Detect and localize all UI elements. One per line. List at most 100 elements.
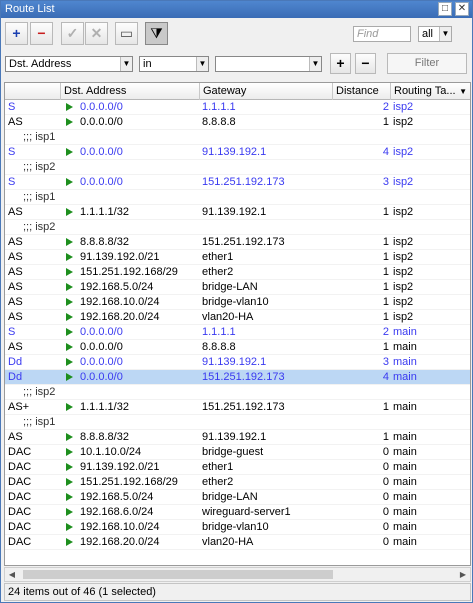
comment-row[interactable]: ;;; isp1 — [5, 190, 470, 205]
remove-filter-button[interactable]: − — [355, 53, 376, 74]
title-bar[interactable]: Route List □ ✕ — [1, 1, 472, 18]
cell-routing-table-text: isp2 — [393, 116, 414, 128]
comment-row[interactable]: ;;; isp2 — [5, 220, 470, 235]
route-arrow-icon — [66, 118, 73, 126]
horizontal-scrollbar[interactable]: ◀ ▶ — [4, 567, 471, 582]
table-row[interactable]: DAC 91.139.192.0/21 ether1 0 main — [5, 460, 470, 475]
cell-distance-text: 1 — [382, 281, 389, 293]
cell-routing-table-text: isp2 — [393, 236, 414, 248]
scrollbar-thumb[interactable] — [23, 570, 333, 579]
table-row[interactable]: DAC 192.168.5.0/24 bridge-LAN 0 main — [5, 490, 470, 505]
find-input[interactable]: Find — [353, 26, 411, 42]
comment-button[interactable]: ▭ — [115, 22, 138, 45]
chevron-down-icon[interactable]: ▼ — [439, 27, 451, 41]
route-arrow-icon — [66, 208, 73, 216]
add-button[interactable]: + — [5, 22, 28, 45]
column-header-flags[interactable] — [5, 83, 61, 100]
table-row[interactable]: S 0.0.0.0/0 1.1.1.1 2 main — [5, 325, 470, 340]
cell-dst-address-text: 192.168.5.0/24 — [80, 491, 154, 503]
table-row[interactable]: AS 8.8.8.8/32 151.251.192.173 1 isp2 — [5, 235, 470, 250]
chevron-down-icon[interactable]: ▼ — [309, 57, 321, 71]
route-arrow-icon — [66, 538, 73, 546]
table-row[interactable]: AS 192.168.20.0/24 vlan20-HA 1 isp2 — [5, 310, 470, 325]
table-row[interactable]: S 0.0.0.0/0 91.139.192.1 4 isp2 — [5, 145, 470, 160]
chevron-down-icon[interactable]: ▼ — [120, 57, 132, 71]
table-row[interactable]: Dd 0.0.0.0/0 151.251.192.173 4 main — [5, 370, 470, 385]
cell-dst-address-text: 0.0.0.0/0 — [80, 341, 123, 353]
cell-flags: DAC — [8, 520, 60, 535]
filter-toggle-button[interactable]: ⧩ — [145, 22, 168, 45]
cell-gateway-text: 91.139.192.1 — [202, 356, 267, 368]
cell-dst-address: 0.0.0.0/0 — [64, 115, 200, 130]
restore-icon[interactable]: □ — [438, 2, 452, 16]
window-title: Route List — [5, 3, 55, 15]
cell-flags: DAC — [8, 445, 60, 460]
disable-button[interactable]: ✕ — [85, 22, 108, 45]
filter-row: Dst. Address ▼ in ▼ ▼ + − Filter — [1, 50, 472, 78]
filter-value-select[interactable]: ▼ — [215, 56, 322, 72]
table-row[interactable]: DAC 10.1.10.0/24 bridge-guest 0 main — [5, 445, 470, 460]
remove-button[interactable]: − — [30, 22, 53, 45]
route-arrow-icon — [66, 373, 73, 381]
table-row[interactable]: AS 192.168.10.0/24 bridge-vlan10 1 isp2 — [5, 295, 470, 310]
comment-row[interactable]: ;;; isp2 — [5, 385, 470, 400]
comment-row[interactable]: ;;; isp1 — [5, 415, 470, 430]
cell-flags-text: AS+ — [8, 401, 30, 413]
cell-flags-text: S — [8, 101, 16, 113]
cell-dst-address-text: 0.0.0.0/0 — [80, 116, 123, 128]
table-row[interactable]: DAC 151.251.192.168/29 ether2 0 main — [5, 475, 470, 490]
column-header-routing-table[interactable]: Routing Ta... ▼ — [391, 83, 470, 100]
scroll-right-icon[interactable]: ▶ — [456, 568, 470, 581]
cell-distance-text: 2 — [382, 101, 389, 113]
route-arrow-icon — [66, 448, 73, 456]
cell-flags-text: AS — [8, 311, 23, 323]
table-row[interactable]: AS+ 1.1.1.1/32 151.251.192.173 1 main — [5, 400, 470, 415]
cell-distance-text: 1 — [382, 431, 389, 443]
cell-dst-address-text: 192.168.20.0/24 — [80, 536, 160, 548]
cell-dst-address: 192.168.6.0/24 — [64, 505, 200, 520]
add-filter-button[interactable]: + — [330, 53, 351, 74]
table-row[interactable]: DAC 192.168.6.0/24 wireguard-server1 0 main — [5, 505, 470, 520]
table-row[interactable]: AS 1.1.1.1/32 91.139.192.1 1 isp2 — [5, 205, 470, 220]
cell-dst-address: 0.0.0.0/0 — [64, 325, 200, 340]
cell-gateway-text: bridge-vlan10 — [202, 296, 269, 308]
cell-gateway: 91.139.192.1 — [202, 355, 332, 370]
cell-flags-text: AS — [8, 431, 23, 443]
column-header-dst-address[interactable]: Dst. Address — [61, 83, 200, 100]
cell-flags: S — [8, 100, 60, 115]
chevron-down-icon[interactable]: ▼ — [459, 83, 467, 100]
cell-routing-table-text: isp2 — [393, 251, 414, 263]
column-header-distance[interactable]: Distance — [333, 83, 391, 100]
chevron-down-icon[interactable]: ▼ — [196, 57, 208, 71]
close-icon[interactable]: ✕ — [455, 2, 469, 16]
cell-dst-address-text: 192.168.10.0/24 — [80, 296, 160, 308]
table-row[interactable]: AS 91.139.192.0/21 ether1 1 isp2 — [5, 250, 470, 265]
route-arrow-icon — [66, 103, 73, 111]
filter-operator-select[interactable]: in ▼ — [139, 56, 209, 72]
table-row[interactable]: DAC 192.168.20.0/24 vlan20-HA 0 main — [5, 535, 470, 550]
cell-routing-table-text: isp2 — [393, 101, 414, 113]
table-row[interactable]: S 0.0.0.0/0 151.251.192.173 3 isp2 — [5, 175, 470, 190]
filter-field-select[interactable]: Dst. Address ▼ — [5, 56, 133, 72]
comment-row[interactable]: ;;; isp2 — [5, 160, 470, 175]
table-row[interactable]: S 0.0.0.0/0 1.1.1.1 2 isp2 — [5, 100, 470, 115]
cell-gateway: 91.139.192.1 — [202, 205, 332, 220]
table-row[interactable]: AS 151.251.192.168/29 ether2 1 isp2 — [5, 265, 470, 280]
table-row[interactable]: Dd 0.0.0.0/0 91.139.192.1 3 main — [5, 355, 470, 370]
cell-distance: 0 — [335, 520, 389, 535]
table-row[interactable]: AS 192.168.5.0/24 bridge-LAN 1 isp2 — [5, 280, 470, 295]
scope-select[interactable]: all ▼ — [418, 26, 452, 42]
cell-routing-table: isp2 — [393, 115, 469, 130]
table-row[interactable]: AS 0.0.0.0/0 8.8.8.8 1 isp2 — [5, 115, 470, 130]
scroll-left-icon[interactable]: ◀ — [5, 568, 19, 581]
cell-routing-table: main — [393, 340, 469, 355]
cell-flags-text: S — [8, 326, 16, 338]
table-row[interactable]: AS 8.8.8.8/32 91.139.192.1 1 main — [5, 430, 470, 445]
table-row[interactable]: DAC 192.168.10.0/24 bridge-vlan10 0 main — [5, 520, 470, 535]
enable-button[interactable]: ✓ — [61, 22, 84, 45]
filter-button[interactable]: Filter — [387, 53, 467, 74]
column-header-gateway[interactable]: Gateway — [200, 83, 333, 100]
cell-flags: AS — [8, 310, 60, 325]
table-row[interactable]: AS 0.0.0.0/0 8.8.8.8 1 main — [5, 340, 470, 355]
comment-row[interactable]: ;;; isp1 — [5, 130, 470, 145]
